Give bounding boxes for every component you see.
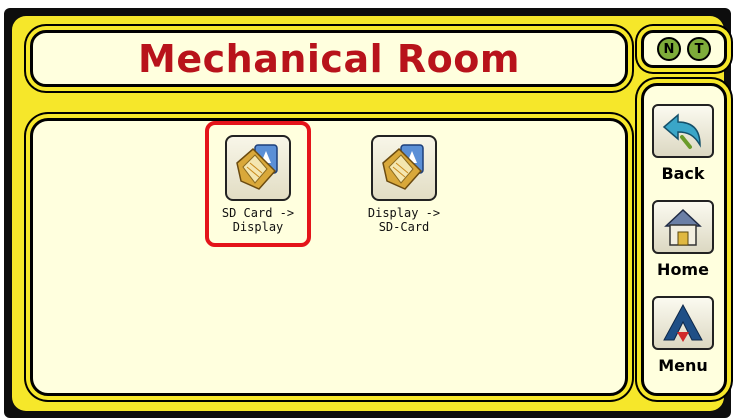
tile-sd-card-to-display[interactable]: SD Card -> Display: [205, 121, 311, 247]
home-button[interactable]: Home: [648, 200, 718, 279]
menu-button[interactable]: Menu: [648, 296, 718, 375]
menu-icon-box: [652, 296, 714, 350]
content-area: SD Card -> Display Display -> SD-Card: [30, 118, 628, 396]
folder-sd-card-icon: [236, 144, 278, 190]
status-badge-t[interactable]: T: [687, 37, 711, 61]
back-icon-box: [652, 104, 714, 158]
home-icon-box: [652, 200, 714, 254]
folder-sd-card-icon: [382, 144, 424, 190]
menu-logo-icon: [663, 303, 703, 342]
status-badge-n[interactable]: N: [657, 37, 681, 61]
status-indicators: N T: [641, 30, 727, 68]
tile-label: Display -> SD-Card: [367, 206, 441, 234]
tile-icon-box: [225, 135, 291, 201]
house-icon: [664, 208, 702, 246]
tile-label: SD Card -> Display: [221, 206, 295, 234]
back-label: Back: [661, 164, 705, 183]
back-button[interactable]: Back: [648, 104, 718, 183]
back-arrow-icon: [662, 113, 701, 149]
tile-icon-box: [371, 135, 437, 201]
title-bar: Mechanical Room: [30, 30, 628, 87]
page-title: Mechanical Room: [138, 36, 520, 81]
menu-label: Menu: [658, 356, 708, 375]
tile-display-to-sd-card[interactable]: Display -> SD-Card: [355, 125, 453, 243]
sidebar: Back Home Menu: [641, 83, 727, 396]
home-label: Home: [657, 260, 709, 279]
